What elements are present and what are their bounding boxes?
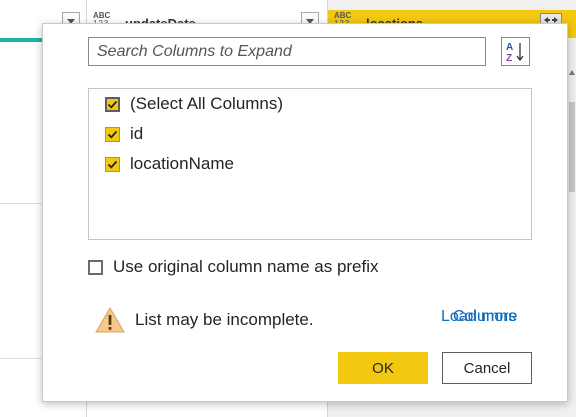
- check-icon: [107, 100, 118, 109]
- ok-button[interactable]: OK: [338, 352, 428, 384]
- svg-text:A: A: [506, 42, 513, 53]
- svg-text:Z: Z: [506, 53, 512, 64]
- incomplete-warning: List may be incomplete.: [95, 305, 314, 335]
- list-item-label: (Select All Columns): [130, 94, 284, 113]
- cancel-button[interactable]: Cancel: [442, 352, 532, 384]
- columns-list[interactable]: (Select All Columns) id locationName: [88, 88, 532, 240]
- warning-text: List may be incomplete.: [135, 310, 314, 329]
- expand-columns-dialog: A Z (Select All Columns) id: [42, 23, 568, 402]
- sort-button[interactable]: A Z: [501, 37, 530, 66]
- check-icon: [107, 130, 118, 139]
- scroll-thumb[interactable]: [569, 102, 575, 192]
- list-item-select-all[interactable]: (Select All Columns): [105, 94, 283, 114]
- search-box[interactable]: [88, 37, 486, 66]
- warning-links: Load more Columns: [441, 308, 531, 330]
- prefix-checkbox[interactable]: [88, 259, 103, 275]
- list-item-locationname[interactable]: locationName: [105, 154, 234, 174]
- search-input[interactable]: [89, 38, 485, 65]
- warning-icon: [95, 307, 125, 333]
- column-checkbox[interactable]: [105, 126, 120, 142]
- list-item-label: id: [130, 124, 144, 143]
- vertical-scrollbar[interactable]: [568, 42, 576, 417]
- prefix-option[interactable]: Use original column name as prefix: [88, 257, 379, 277]
- column-checkbox[interactable]: [105, 156, 120, 172]
- sort-az-icon: A Z: [506, 42, 524, 64]
- list-item-label: locationName: [130, 154, 234, 173]
- prefix-option-label: Use original column name as prefix: [113, 257, 379, 276]
- columns-link[interactable]: Columns: [453, 308, 516, 326]
- select-all-checkbox[interactable]: [105, 96, 120, 112]
- list-item-id[interactable]: id: [105, 124, 143, 144]
- check-icon: [107, 160, 118, 169]
- scroll-up-icon[interactable]: [569, 70, 575, 75]
